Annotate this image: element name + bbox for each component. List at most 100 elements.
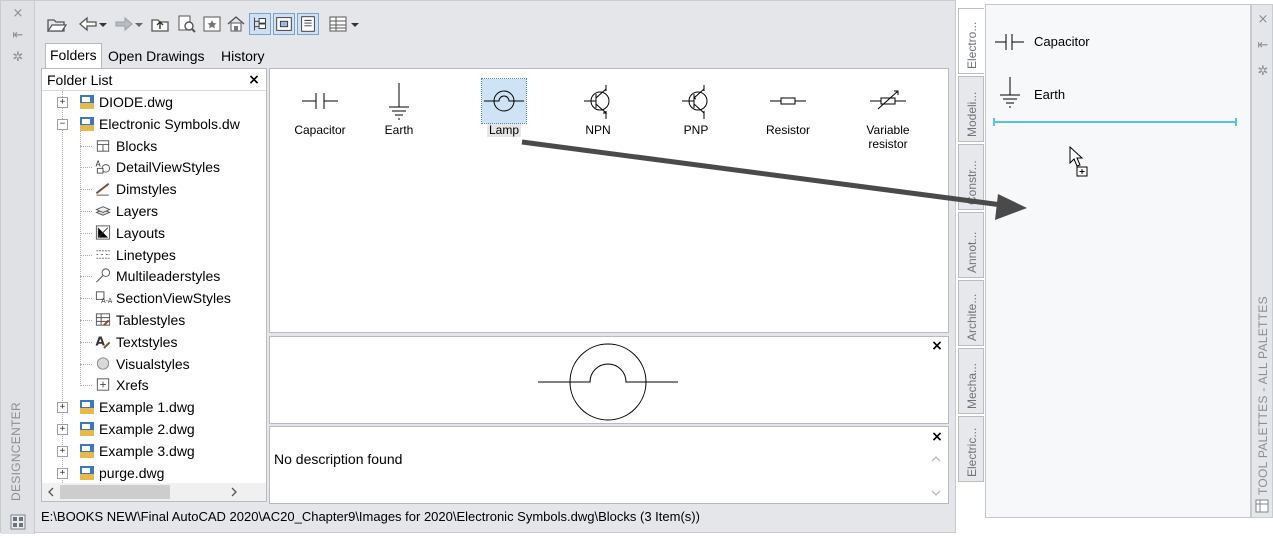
npn-symbol-icon <box>584 85 610 119</box>
description-scroll-up-icon[interactable] <box>931 455 941 463</box>
back-icon[interactable] <box>77 13 99 35</box>
content-item-earth[interactable]: Earth <box>361 79 437 137</box>
expander-icon[interactable]: + <box>57 424 68 435</box>
tool-palette-properties-icon[interactable]: ✲ <box>1255 65 1271 79</box>
preview-toggle-icon[interactable] <box>273 13 295 35</box>
content-item-resistor[interactable]: Resistor <box>750 79 826 137</box>
forward-icon[interactable] <box>113 13 135 35</box>
tool-capacitor[interactable]: Capacitor <box>994 30 1144 54</box>
content-item-pnp[interactable]: PNP <box>658 79 734 137</box>
scroll-left-icon[interactable] <box>47 487 55 497</box>
tree-item[interactable]: Layouts <box>42 222 266 244</box>
scroll-right-icon[interactable] <box>230 487 238 497</box>
auto-hide-icon[interactable]: ⇤ <box>10 29 26 43</box>
expander-icon[interactable]: + <box>57 97 68 108</box>
tree-item[interactable]: + Example 2.dwg <box>42 418 266 440</box>
forward-dropdown-icon[interactable] <box>133 13 145 35</box>
layers-icon <box>95 206 111 216</box>
tree-item[interactable]: A Textstyles <box>42 331 266 353</box>
content-item-variable-resistor[interactable]: Variable resistor <box>850 79 926 151</box>
lamp-symbol-icon <box>481 78 527 124</box>
tree-item[interactable]: Layers <box>42 200 266 222</box>
tree-item[interactable]: Multileaderstyles <box>42 265 266 287</box>
drag-copy-cursor-icon <box>1069 145 1088 177</box>
tool-palette-close-icon[interactable]: × <box>1255 13 1271 27</box>
content-item-label: Earth <box>384 123 414 137</box>
tab-history[interactable]: History <box>217 45 269 67</box>
properties-icon[interactable]: ✲ <box>10 51 26 65</box>
views-dropdown-icon[interactable] <box>349 13 361 35</box>
tree-item-label: Tablestyles <box>116 312 186 328</box>
horizontal-scroll-thumb[interactable] <box>60 485 170 499</box>
palette-tab[interactable]: Modeli... <box>958 76 984 142</box>
tree-item-label: Example 3.dwg <box>99 442 195 459</box>
palette-tab[interactable]: Electro... <box>958 8 984 74</box>
palette-tab[interactable]: Mecha... <box>958 348 984 414</box>
content-item-lamp[interactable]: Lamp <box>466 78 542 137</box>
tree-item[interactable]: + purge.dwg <box>42 462 266 484</box>
folder-list-close-icon[interactable]: × <box>247 73 261 87</box>
variable-resistor-symbol-icon <box>870 90 906 110</box>
content-area: Capacitor Earth Lamp NPN PNP Resistor Variable… <box>269 68 949 333</box>
palette-tab[interactable]: Electric... <box>958 416 984 482</box>
tree-item[interactable]: A DetailViewStyles <box>42 156 266 178</box>
tree-item[interactable]: + DIODE.dwg <box>42 91 266 113</box>
tree-view-toggle-icon[interactable] <box>249 13 271 35</box>
tree-item-label: Example 1.dwg <box>99 399 195 416</box>
close-icon[interactable]: × <box>10 7 26 21</box>
palette-tab[interactable]: Annot... <box>958 212 984 278</box>
tab-folders[interactable]: Folders <box>45 43 102 69</box>
tool-earth[interactable]: Earth <box>994 75 1144 109</box>
tree-item[interactable]: Blocks <box>42 135 266 157</box>
content-item-capacitor[interactable]: Capacitor <box>282 79 358 137</box>
layouts-icon <box>95 225 111 240</box>
lamp-preview-image <box>538 343 678 421</box>
description-scroll-down-icon[interactable] <box>931 489 941 497</box>
up-icon[interactable] <box>149 13 171 35</box>
tab-open-drawings[interactable]: Open Drawings <box>104 45 209 67</box>
content-item-npn[interactable]: NPN <box>560 79 636 137</box>
expander-icon[interactable]: + <box>57 445 68 457</box>
xrefs-icon <box>96 378 110 392</box>
description-pane: × No description found <box>269 426 949 504</box>
favorites-icon[interactable] <box>201 13 223 35</box>
folder-list-header: Folder List <box>42 69 266 91</box>
tree-item[interactable]: Xrefs <box>42 374 266 396</box>
load-icon[interactable] <box>45 13 67 35</box>
expander-icon[interactable]: + <box>57 402 68 414</box>
tree-item[interactable]: + Example 3.dwg <box>42 440 266 462</box>
tool-palette-title-strip: × ⇤ ✲ TOOL PALETTES - ALL PALETTES <box>1251 4 1273 518</box>
resistor-symbol-icon <box>770 97 806 105</box>
tool-palette-panel: Capacitor Earth <box>985 4 1251 518</box>
tree-item[interactable]: Visualstyles <box>42 353 266 375</box>
tree-item[interactable]: Linetypes <box>42 244 266 266</box>
palette-tab-label: Modeli... <box>965 91 979 137</box>
content-item-label: Capacitor <box>294 123 346 137</box>
tree-item[interactable]: + Example 1.dwg <box>42 396 266 418</box>
back-dropdown-icon[interactable] <box>97 13 109 35</box>
preview-close-icon[interactable]: × <box>930 339 944 353</box>
description-toggle-icon[interactable] <box>297 13 319 35</box>
tool-palette-auto-hide-icon[interactable]: ⇤ <box>1255 39 1271 53</box>
expander-icon[interactable]: + <box>57 467 68 479</box>
palette-tab-label: Constr... <box>965 160 979 205</box>
folder-list-horizontal-scrollbar[interactable] <box>42 483 266 501</box>
tree-item[interactable]: − Electronic Symbols.dw <box>42 113 266 135</box>
palette-tab[interactable]: Archite... <box>958 280 984 346</box>
tree-item[interactable]: Tablestyles <box>42 309 266 331</box>
designcenter-app-icon <box>10 514 26 530</box>
designcenter-title-strip: × ⇤ ✲ DESIGNCENTER <box>1 1 35 534</box>
multileader-styles-icon <box>96 268 111 283</box>
blocks-icon <box>96 139 110 152</box>
detail-view-styles-icon: A <box>95 160 111 174</box>
home-icon[interactable] <box>225 13 247 35</box>
palette-tab[interactable]: Constr... <box>958 144 984 210</box>
palette-tab-label: Annot... <box>965 231 979 273</box>
views-icon[interactable] <box>327 13 349 35</box>
tree-item[interactable]: Dimstyles <box>42 178 266 200</box>
tool-capacitor-label: Capacitor <box>1034 34 1090 49</box>
search-icon[interactable] <box>175 13 197 35</box>
tree-item[interactable]: A-A SectionViewStyles <box>42 287 266 309</box>
description-close-icon[interactable]: × <box>930 430 944 444</box>
expander-icon[interactable]: − <box>57 118 68 130</box>
